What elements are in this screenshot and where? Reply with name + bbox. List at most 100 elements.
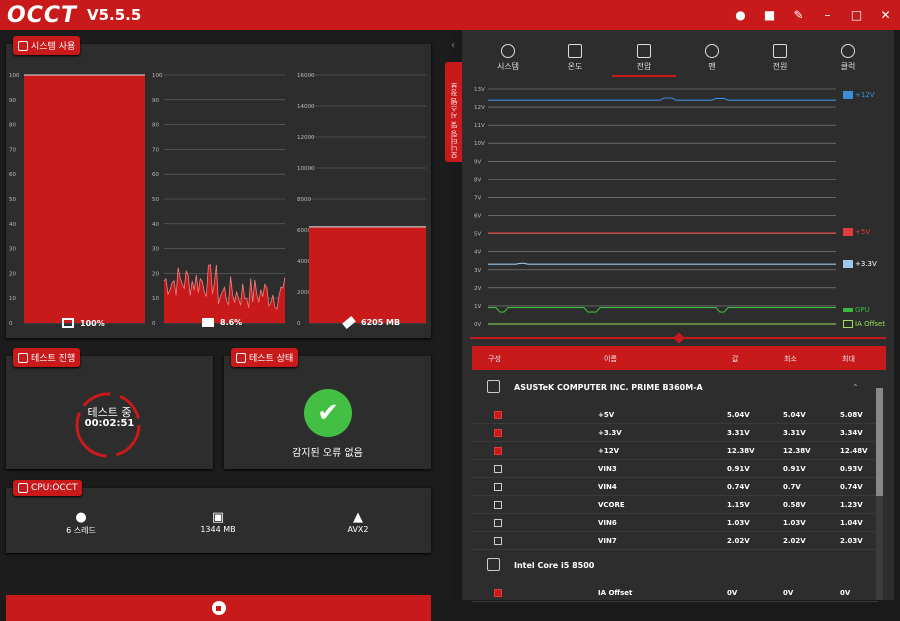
table-row[interactable]: +5V 5.04V 5.04V 5.08V bbox=[472, 406, 878, 424]
close-icon[interactable]: ✕ bbox=[871, 0, 900, 30]
ram-usage-area bbox=[309, 226, 426, 323]
sensor-name: VCORE bbox=[598, 501, 625, 509]
sensor-table: 구성 이름 값 최소 최대 ASUSTeK COMPUTER INC. PRIM… bbox=[472, 346, 886, 602]
table-scrollbar[interactable] bbox=[876, 388, 883, 600]
table-row[interactable]: VCORE 1.15V 0.58V 1.23V bbox=[472, 496, 878, 514]
gpu-icon bbox=[202, 318, 214, 327]
table-row[interactable]: VIN3 0.91V 0.91V 0.93V bbox=[472, 460, 878, 478]
maximize-icon[interactable]: □ bbox=[842, 0, 871, 30]
legend-gpu: GPU bbox=[843, 306, 870, 314]
cpu-axis-label: 70 bbox=[9, 147, 16, 153]
chip-icon: ▣ bbox=[211, 510, 225, 525]
sensor-min: 3.31V bbox=[783, 429, 806, 437]
sensor-name: VIN6 bbox=[598, 519, 617, 527]
col-name[interactable]: 이름 bbox=[604, 354, 617, 364]
tab-voltage[interactable]: 전압 bbox=[612, 44, 676, 77]
sensor-checkbox[interactable] bbox=[494, 501, 502, 509]
cpu-test-panel: CPU:OCCT ● 6 스레드 ▣ 1344 MB ▲ AVX2 bbox=[6, 480, 431, 553]
sensor-group[interactable]: Intel Core i5 8500 bbox=[472, 550, 878, 580]
sensor-checkbox[interactable] bbox=[494, 519, 502, 527]
gpu-axis-label: 80 bbox=[152, 123, 159, 129]
tab-system[interactable]: 시스템 bbox=[478, 44, 538, 72]
test-status-tag: 테스트 상태 bbox=[231, 348, 299, 367]
camera-icon[interactable]: ■ bbox=[755, 0, 784, 30]
test-status-panel: 테스트 상태 ✔ 감지된 오류 없음 bbox=[224, 348, 431, 469]
sensor-checkbox[interactable] bbox=[494, 465, 502, 473]
cpu-usage-area bbox=[24, 75, 145, 323]
sensor-checkbox[interactable] bbox=[494, 537, 502, 545]
sensor-checkbox[interactable] bbox=[494, 447, 502, 455]
table-row[interactable]: +12V 12.38V 12.38V 12.48V bbox=[472, 442, 878, 460]
voltage-axis-label: 10V bbox=[474, 141, 485, 147]
gauge-icon bbox=[841, 44, 855, 58]
sensor-group[interactable]: ASUSTeK COMPUTER INC. PRIME B360M-A ⌃ bbox=[472, 372, 878, 402]
minimize-icon[interactable]: – bbox=[813, 0, 842, 30]
cpu-axis-label: 10 bbox=[9, 296, 16, 302]
scrollbar-thumb[interactable] bbox=[876, 388, 883, 496]
plug-icon bbox=[773, 44, 787, 58]
sensor-checkbox[interactable] bbox=[494, 589, 502, 597]
table-row[interactable]: VIN7 2.02V 2.02V 2.03V bbox=[472, 532, 878, 550]
cpu-icon bbox=[18, 483, 28, 493]
sensor-checkbox[interactable] bbox=[494, 411, 502, 419]
sensor-value: 5.04V bbox=[727, 411, 750, 419]
left-pane: 시스템 사용 100 90 80 70 60 50 40 30 20 10 0 100 90 80 70 60… bbox=[0, 30, 450, 621]
col-config[interactable]: 구성 bbox=[488, 354, 501, 364]
cpu-icon bbox=[62, 318, 74, 328]
tab-fan[interactable]: 팬 bbox=[682, 44, 742, 72]
sensor-min: 12.38V bbox=[783, 447, 811, 455]
sensor-min: 1.03V bbox=[783, 519, 806, 527]
gpu-axis-label: 90 bbox=[152, 98, 159, 104]
legend-ia-offset: IA Offset bbox=[843, 320, 885, 328]
cpu-test-tag: CPU:OCCT bbox=[13, 480, 83, 496]
monitoring-pane: 시스템 온도 전압 팬 전원 클럭 13V 12V 11V 10V 9V 8V 7V 6V 5V… bbox=[462, 30, 894, 602]
table-row[interactable]: IA Offset 0V 0V 0V bbox=[472, 584, 878, 602]
test-timer: 00:02:51 bbox=[84, 418, 135, 429]
voltage-axis-label: 5V bbox=[474, 232, 481, 238]
gpu-axis-label: 20 bbox=[152, 271, 159, 277]
worker-icon: ● bbox=[75, 510, 87, 525]
sensor-checkbox[interactable] bbox=[494, 429, 502, 437]
sensor-value: 12.38V bbox=[727, 447, 755, 455]
ram-axis-label: 8000 bbox=[297, 197, 311, 203]
stop-test-button[interactable] bbox=[6, 595, 431, 621]
sensor-checkbox[interactable] bbox=[494, 483, 502, 491]
system-usage-panel: 시스템 사용 100 90 80 70 60 50 40 30 20 10 0 100 90 80 70 60… bbox=[6, 36, 431, 338]
ram-axis-label: 10000 bbox=[297, 166, 315, 172]
tab-temperature[interactable]: 온도 bbox=[545, 44, 605, 72]
sensor-min: 0.58V bbox=[783, 501, 806, 509]
instruction-info: ▲ AVX2 bbox=[323, 510, 393, 534]
col-min[interactable]: 최소 bbox=[784, 354, 797, 364]
tab-power[interactable]: 전원 bbox=[750, 44, 810, 72]
app-logo: OCCT bbox=[7, 2, 77, 28]
sensor-max: 5.08V bbox=[840, 411, 863, 419]
sensor-max: 0V bbox=[840, 589, 851, 597]
wrench-icon[interactable]: ✎ bbox=[784, 0, 813, 30]
fan-icon bbox=[705, 44, 719, 58]
table-row[interactable]: VIN4 0.74V 0.7V 0.74V bbox=[472, 478, 878, 496]
ram-axis-label: 14000 bbox=[297, 104, 315, 110]
collapse-chevron-icon[interactable]: ⌃ bbox=[852, 383, 859, 392]
active-tab-indicator bbox=[612, 75, 676, 77]
sensor-group-name: ASUSTeK COMPUTER INC. PRIME B360M-A bbox=[514, 382, 703, 392]
info-icon[interactable]: ● bbox=[726, 0, 755, 30]
line-gpu bbox=[488, 307, 836, 313]
table-row[interactable]: VIN6 1.03V 1.03V 1.04V bbox=[472, 514, 878, 532]
sensor-min: 0.91V bbox=[783, 465, 806, 473]
tab-clock[interactable]: 클럭 bbox=[818, 44, 878, 72]
threads-info: ● 6 스레드 bbox=[46, 510, 116, 536]
ram-axis-label: 16000 bbox=[297, 73, 315, 79]
table-row[interactable]: +3.3V 3.31V 3.31V 3.34V bbox=[472, 424, 878, 442]
sensor-value: 0.74V bbox=[727, 483, 750, 491]
cpu-axis-label: 100 bbox=[9, 73, 20, 79]
col-value[interactable]: 값 bbox=[732, 354, 738, 364]
voltage-axis-label: 7V bbox=[474, 195, 481, 201]
sensor-name: +5V bbox=[598, 411, 615, 419]
voltage-axis-label: 11V bbox=[474, 123, 485, 129]
voltage-axis-label: 9V bbox=[474, 159, 481, 165]
collapse-chevron-icon[interactable]: ‹ bbox=[451, 40, 455, 51]
sensor-value: 0.91V bbox=[727, 465, 750, 473]
motherboard-icon bbox=[487, 380, 500, 393]
col-max[interactable]: 최대 bbox=[842, 354, 855, 364]
sensor-max: 3.34V bbox=[840, 429, 863, 437]
